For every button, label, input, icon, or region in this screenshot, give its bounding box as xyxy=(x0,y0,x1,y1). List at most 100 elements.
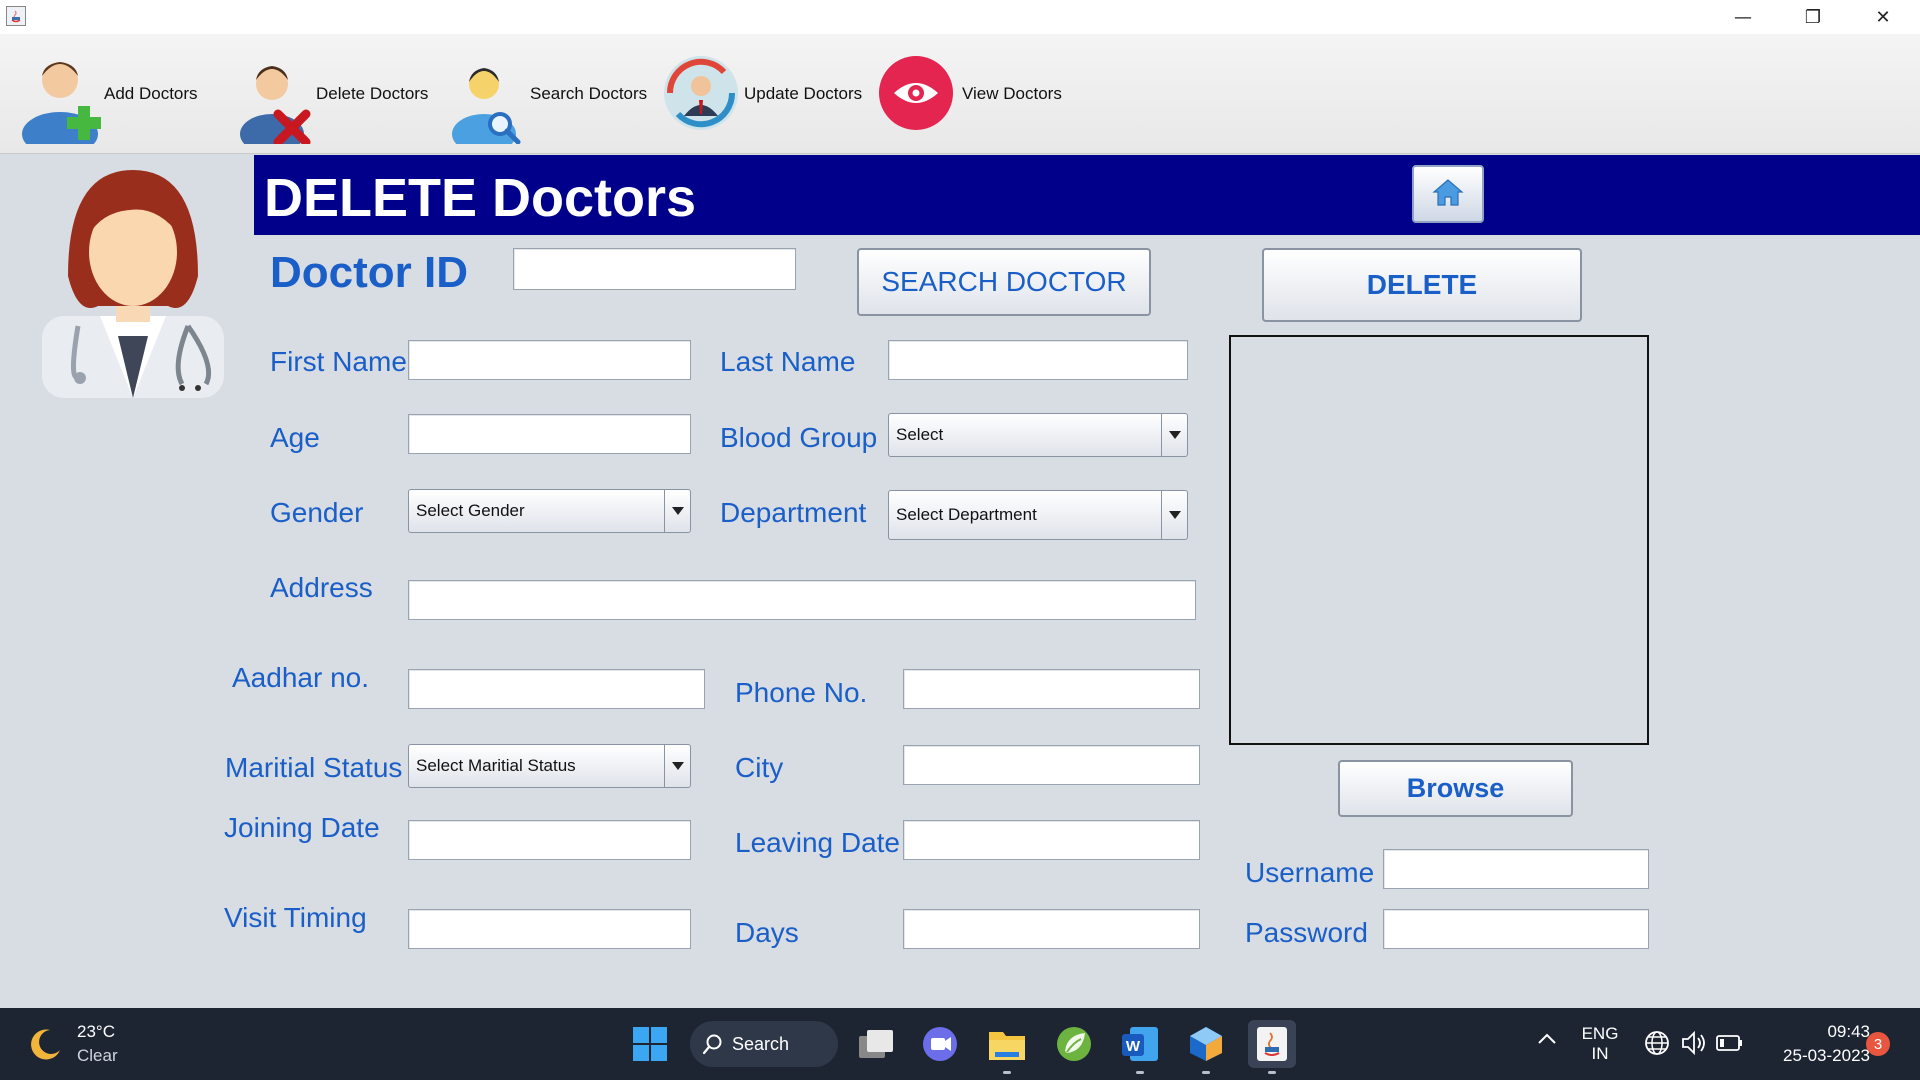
aadhar-label: Aadhar no. xyxy=(232,662,369,693)
home-icon xyxy=(1432,177,1464,212)
java-app-icon xyxy=(6,6,26,26)
blood-group-select[interactable]: Select xyxy=(888,413,1188,457)
username-label: Username xyxy=(1245,857,1375,888)
blood-group-label: Blood Group xyxy=(720,422,878,453)
chevron-down-icon[interactable] xyxy=(1161,491,1187,539)
delete-button[interactable]: DELETE xyxy=(1262,248,1582,322)
spring-tools-icon[interactable] xyxy=(1050,1020,1098,1068)
search-doctor-icon xyxy=(448,52,528,144)
toolbar-search-doctors[interactable]: Search Doctors xyxy=(448,44,647,144)
weather-condition[interactable]: Clear xyxy=(77,1046,118,1066)
toolbar-view-doctors[interactable]: View Doctors xyxy=(878,44,1062,144)
password-input[interactable] xyxy=(1383,909,1649,949)
chevron-down-icon[interactable] xyxy=(664,745,690,787)
department-select[interactable]: Select Department xyxy=(888,490,1188,540)
chevron-down-icon[interactable] xyxy=(1161,414,1187,456)
maximize-button[interactable]: ❐ xyxy=(1790,0,1836,34)
eye-icon xyxy=(878,52,960,136)
chevron-up-icon[interactable] xyxy=(1536,1032,1558,1051)
age-input[interactable] xyxy=(408,414,691,454)
visit-timing-label: Visit Timing xyxy=(224,902,367,933)
address-input[interactable] xyxy=(408,580,1196,620)
volume-icon[interactable] xyxy=(1680,1030,1708,1061)
toolbar-add-doctors[interactable]: Add Doctors xyxy=(18,44,198,144)
search-doctor-button[interactable]: SEARCH DOCTOR xyxy=(857,248,1151,316)
update-doctor-icon xyxy=(662,52,742,136)
city-input[interactable] xyxy=(903,745,1200,785)
last-name-label: Last Name xyxy=(720,346,856,377)
gender-label: Gender xyxy=(270,497,364,528)
delete-doctor-icon xyxy=(236,52,314,144)
taskbar-search[interactable]: Search xyxy=(690,1021,838,1067)
gender-value: Select Gender xyxy=(416,501,525,520)
aadhar-input[interactable] xyxy=(408,669,705,709)
clock[interactable]: 09:43 25-03-2023 xyxy=(1760,1022,1870,1066)
doctor-id-input[interactable] xyxy=(513,248,796,290)
minimize-button[interactable]: — xyxy=(1720,0,1766,34)
department-value: Select Department xyxy=(896,505,1037,524)
phone-input[interactable] xyxy=(903,669,1200,709)
java-icon[interactable] xyxy=(1248,1020,1296,1074)
leaving-date-input[interactable] xyxy=(903,820,1200,860)
close-button[interactable]: ✕ xyxy=(1860,0,1906,34)
gender-select[interactable]: Select Gender xyxy=(408,489,691,533)
file-explorer-icon[interactable] xyxy=(983,1020,1031,1074)
blood-group-value: Select xyxy=(896,425,944,444)
language-indicator[interactable]: ENG IN xyxy=(1580,1024,1620,1064)
joining-date-input[interactable] xyxy=(408,820,691,860)
last-name-input[interactable] xyxy=(888,340,1188,380)
visit-timing-input[interactable] xyxy=(408,909,691,949)
marital-status-label: Maritial Status xyxy=(225,752,403,783)
page-title: DELETE Doctors xyxy=(264,168,697,228)
clock-date: 25-03-2023 xyxy=(1783,1046,1870,1065)
notification-badge[interactable]: 3 xyxy=(1866,1032,1890,1056)
browse-button[interactable]: Browse xyxy=(1338,760,1573,817)
taskbar: 23°C Clear Search W ENG IN 09:43 25-03-2… xyxy=(0,1008,1920,1080)
marital-status-select[interactable]: Select Maritial Status xyxy=(408,744,691,788)
doctor-photo-box xyxy=(1229,335,1649,745)
toolbar-label: Search Doctors xyxy=(530,84,648,103)
windows-start-icon[interactable] xyxy=(626,1020,674,1068)
phone-label: Phone No. xyxy=(735,677,868,708)
weather-temp[interactable]: 23°C xyxy=(77,1022,115,1042)
marital-status-value: Select Maritial Status xyxy=(416,756,576,775)
network-icon[interactable] xyxy=(1644,1030,1670,1061)
toolbar-update-doctors[interactable]: Update Doctors xyxy=(662,44,862,144)
toolbar-label: View Doctors xyxy=(962,84,1062,103)
title-bar: — ❐ ✕ xyxy=(0,0,1920,34)
department-label: Department xyxy=(720,497,867,528)
svg-text:W: W xyxy=(1126,1038,1141,1055)
language-code: ENG xyxy=(1581,1024,1619,1043)
doctor-id-label: Doctor ID xyxy=(270,248,468,297)
first-name-label: First Name xyxy=(270,346,407,377)
page-header: DELETE Doctors xyxy=(254,155,1920,235)
toolbar: Add Doctors Delete Doctors Search Doctor… xyxy=(0,34,1920,154)
city-label: City xyxy=(735,752,784,783)
add-doctor-icon xyxy=(18,52,102,144)
toolbar-delete-doctors[interactable]: Delete Doctors xyxy=(236,44,428,144)
clock-time: 09:43 xyxy=(1827,1022,1870,1041)
doctor-avatar xyxy=(38,166,228,398)
chevron-down-icon[interactable] xyxy=(664,490,690,532)
language-region: IN xyxy=(1591,1044,1609,1063)
days-input[interactable] xyxy=(903,909,1200,949)
moon-icon xyxy=(28,1026,64,1067)
leaving-date-label: Leaving Date xyxy=(735,827,901,858)
first-name-input[interactable] xyxy=(408,340,691,380)
password-label: Password xyxy=(1245,917,1368,948)
address-label: Address xyxy=(270,572,373,603)
home-button[interactable] xyxy=(1412,165,1484,223)
netbeans-icon[interactable] xyxy=(1182,1020,1230,1074)
word-icon[interactable]: W xyxy=(1116,1020,1164,1074)
toolbar-label: Delete Doctors xyxy=(316,84,429,103)
joining-date-label: Joining Date xyxy=(224,812,380,843)
search-icon xyxy=(702,1033,724,1060)
teams-chat-icon[interactable] xyxy=(916,1020,964,1068)
task-view-icon[interactable] xyxy=(852,1020,900,1068)
toolbar-label: Update Doctors xyxy=(744,84,863,103)
toolbar-label: Add Doctors xyxy=(104,84,198,103)
age-label: Age xyxy=(270,422,320,453)
battery-icon[interactable] xyxy=(1716,1034,1744,1057)
days-label: Days xyxy=(735,917,799,948)
username-input[interactable] xyxy=(1383,849,1649,889)
